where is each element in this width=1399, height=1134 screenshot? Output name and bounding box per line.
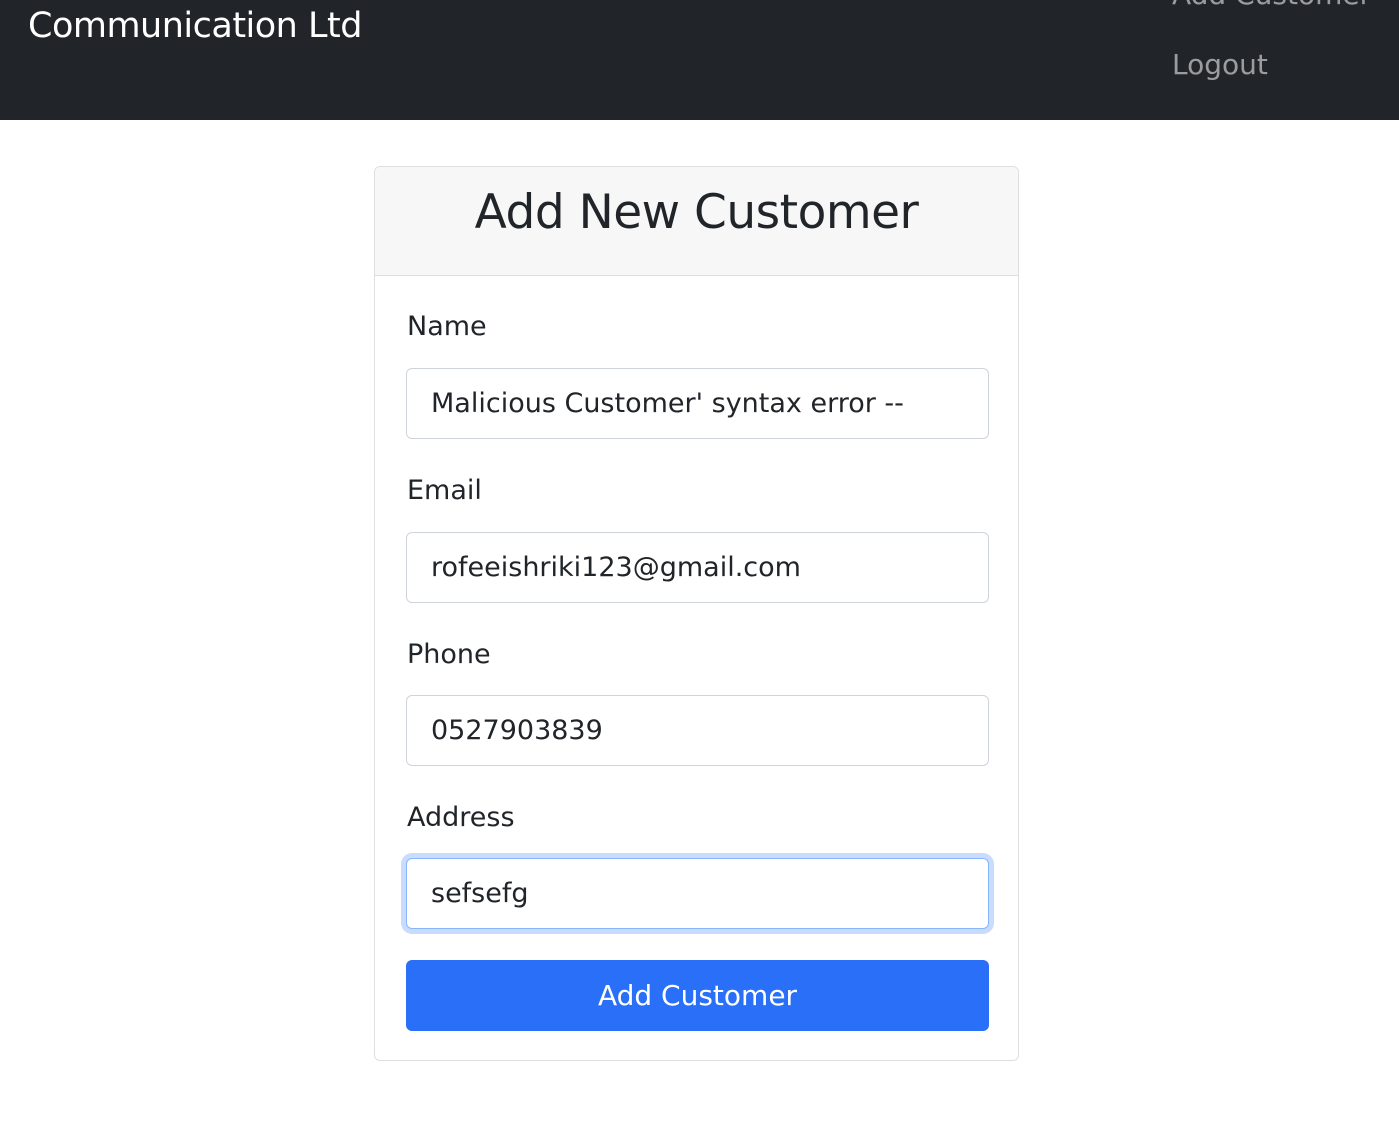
name-input[interactable]	[406, 368, 989, 439]
phone-label: Phone	[407, 639, 491, 670]
add-customer-card: Add New Customer Name Email Phone Addres…	[374, 166, 1019, 1061]
nav-logout[interactable]: Logout	[1172, 48, 1268, 81]
card-header: Add New Customer	[375, 167, 1018, 276]
name-label: Name	[407, 311, 487, 342]
address-label: Address	[407, 802, 515, 833]
nav-add-customer[interactable]: Add Customer	[1172, 0, 1371, 11]
address-input[interactable]	[406, 858, 989, 929]
phone-input[interactable]	[406, 695, 989, 766]
navbar: Communication Ltd Add Customer Logout	[0, 0, 1399, 120]
email-label: Email	[407, 475, 482, 506]
add-customer-button[interactable]: Add Customer	[406, 960, 989, 1031]
page-title: Add New Customer	[474, 185, 919, 240]
brand[interactable]: Communication Ltd	[28, 6, 362, 46]
email-input[interactable]	[406, 532, 989, 603]
